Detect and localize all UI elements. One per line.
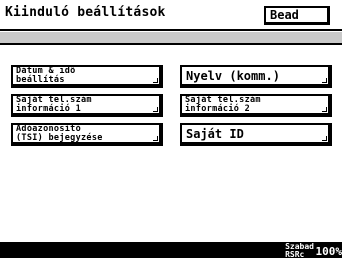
memory-label: Szabad RSRc (285, 243, 314, 258)
corner-mark (322, 107, 327, 112)
memory-value: 100% (316, 246, 342, 258)
button-label: Saját ID (186, 127, 244, 141)
corner-mark (153, 78, 158, 83)
button-label: Dátum & idő beállítás (16, 67, 76, 84)
page-title: Kiinduló beállítások (5, 5, 166, 21)
button-label-line2: információ 2 (185, 105, 261, 114)
button-label: Saját tel.szám információ 1 (16, 96, 92, 113)
button-label: Saját tel.szám információ 2 (185, 96, 261, 113)
header-divider (0, 29, 342, 31)
button-label-line2: információ 1 (16, 105, 92, 114)
tsi-registration-button[interactable]: Adóazonosító (TSI) bejegyzése (11, 123, 163, 146)
date-time-setting-button[interactable]: Dátum & idő beállítás (11, 65, 163, 88)
corner-mark (153, 136, 158, 141)
corner-mark (322, 136, 327, 141)
header-band (0, 32, 342, 45)
corner-mark (153, 107, 158, 112)
button-label-line2: beállítás (16, 76, 76, 85)
button-label: Nyelv (komm.) (186, 69, 280, 83)
own-phone-info-1-button[interactable]: Saját tel.szám információ 1 (11, 94, 163, 117)
language-comm-button[interactable]: Nyelv (komm.) (180, 65, 332, 88)
button-label: Adóazonosító (TSI) bejegyzése (16, 125, 103, 142)
memory-label-line2: RSRc (285, 251, 314, 258)
enter-button[interactable]: Bead (264, 6, 330, 25)
own-id-button[interactable]: Saját ID (180, 123, 332, 146)
corner-mark (322, 78, 327, 83)
status-bar: Szabad RSRc 100% (0, 242, 342, 258)
own-phone-info-2-button[interactable]: Saját tel.szám információ 2 (180, 94, 332, 117)
fax-settings-screen: Kiinduló beállítások Bead Dátum & idő be… (0, 0, 342, 258)
button-label-line2: (TSI) bejegyzése (16, 134, 103, 143)
